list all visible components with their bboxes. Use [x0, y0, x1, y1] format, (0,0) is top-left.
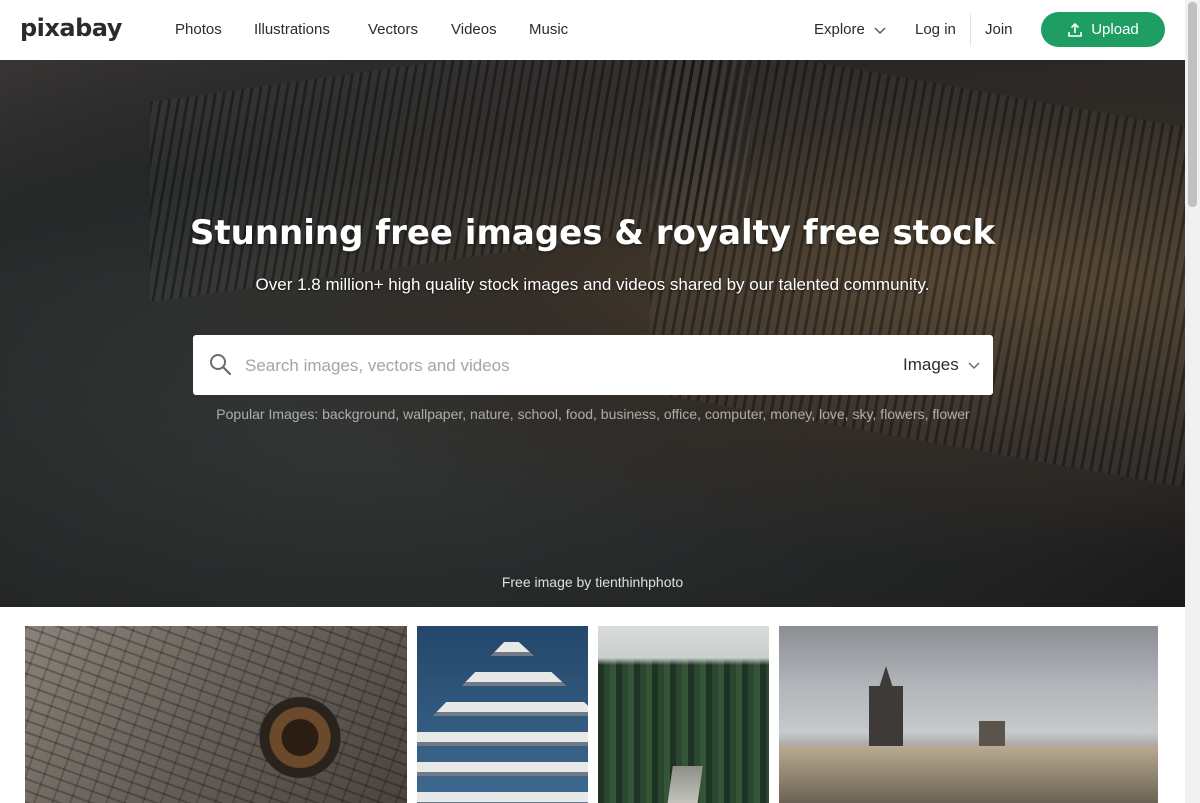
- scrollbar-thumb[interactable]: [1188, 2, 1197, 207]
- popular-tag[interactable]: business: [601, 406, 656, 422]
- login-link[interactable]: Log in: [915, 21, 956, 38]
- popular-prefix: Popular Images:: [216, 406, 319, 422]
- popular-tag[interactable]: love: [819, 406, 845, 422]
- forest-river: [667, 766, 703, 803]
- popular-tag[interactable]: background: [322, 406, 395, 422]
- media-type-select[interactable]: Images: [903, 355, 981, 375]
- city-tower-spire: [879, 666, 893, 688]
- media-type-label: Images: [903, 355, 959, 374]
- nav-music[interactable]: Music: [529, 21, 568, 38]
- hero-section: Stunning free images & royalty free stoc…: [0, 60, 1185, 607]
- popular-tag[interactable]: nature: [470, 406, 510, 422]
- popular-tag[interactable]: computer: [705, 406, 763, 422]
- gallery-image-building[interactable]: [417, 626, 588, 803]
- nav-illustrations[interactable]: Illustrations: [254, 21, 330, 38]
- popular-tag[interactable]: flowers: [880, 406, 924, 422]
- pixabay-logo[interactable]: pixabay: [20, 14, 122, 42]
- explore-menu[interactable]: Explore: [814, 21, 887, 38]
- upload-button[interactable]: Upload: [1041, 12, 1165, 47]
- nav-vectors[interactable]: Vectors: [368, 21, 418, 38]
- search-bar[interactable]: Images: [193, 335, 993, 395]
- upload-label: Upload: [1091, 21, 1139, 38]
- gallery-image-elephant-eye[interactable]: [25, 626, 407, 803]
- hero-title: Stunning free images & royalty free stoc…: [189, 213, 996, 253]
- popular-tag[interactable]: food: [566, 406, 593, 422]
- hero-subtitle: Over 1.8 million+ high quality stock ima…: [255, 275, 930, 294]
- popular-tag[interactable]: flower: [932, 406, 969, 422]
- search-input[interactable]: [243, 351, 847, 381]
- header-divider: [970, 14, 971, 46]
- image-credit[interactable]: Free image by tienthinhphoto: [0, 574, 1185, 590]
- nav-photos[interactable]: Photos: [175, 21, 222, 38]
- popular-tag[interactable]: school: [518, 406, 558, 422]
- popular-tag[interactable]: wallpaper: [403, 406, 462, 422]
- popular-tag[interactable]: money: [770, 406, 811, 422]
- city-buildings: [779, 746, 1158, 803]
- search-icon[interactable]: [208, 352, 232, 376]
- explore-label: Explore: [814, 21, 865, 38]
- chevron-down-icon: [968, 362, 980, 370]
- gallery-image-prague[interactable]: [779, 626, 1158, 803]
- top-navigation-bar: pixabay Photos Illustrations Vectors Vid…: [0, 0, 1185, 60]
- popular-searches: Popular Images: background, wallpaper, n…: [216, 406, 970, 422]
- gallery-image-forest[interactable]: [598, 626, 769, 803]
- popular-tag[interactable]: sky: [852, 406, 872, 422]
- page-scrollbar[interactable]: [1185, 0, 1200, 803]
- nav-videos[interactable]: Videos: [451, 21, 497, 38]
- chevron-down-icon: [874, 26, 886, 34]
- upload-icon: [1068, 22, 1083, 37]
- join-link[interactable]: Join: [985, 21, 1013, 38]
- popular-tag[interactable]: office: [664, 406, 697, 422]
